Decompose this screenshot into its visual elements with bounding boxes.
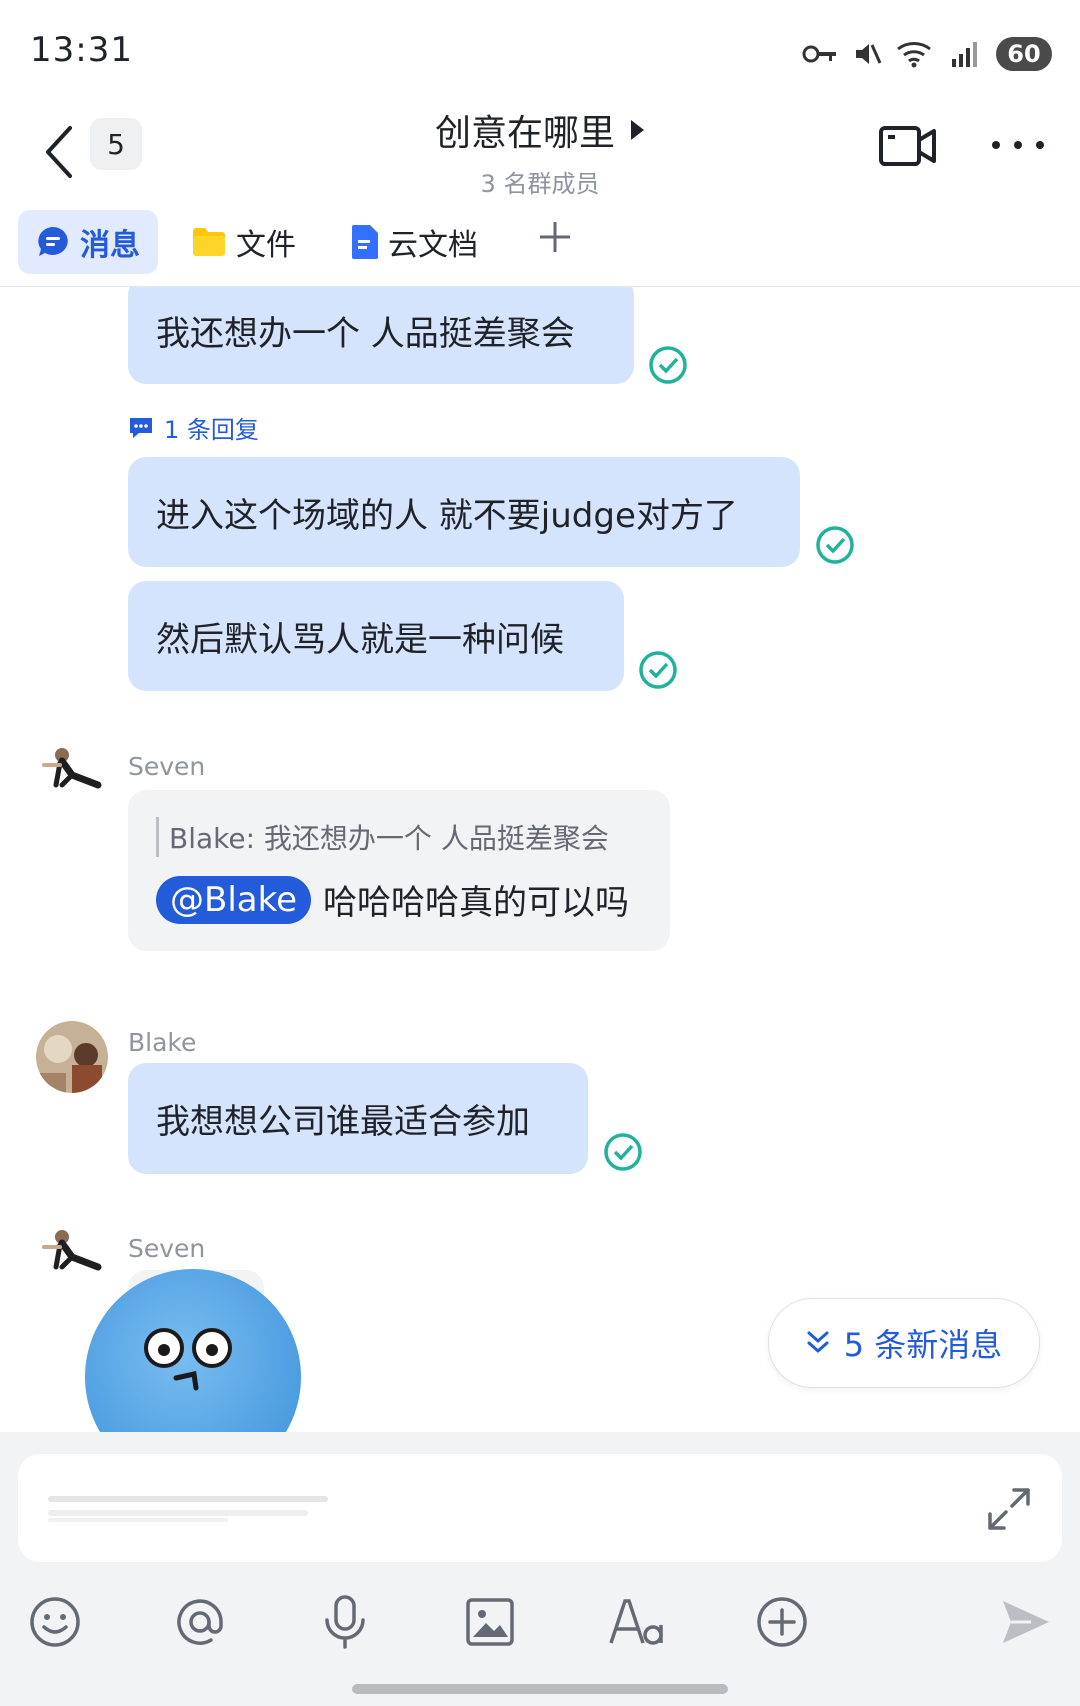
tab-messages[interactable]: 消息	[18, 210, 158, 274]
voice-button[interactable]	[315, 1592, 375, 1652]
new-messages-button[interactable]: 5 条新消息	[768, 1298, 1040, 1388]
more-options-icon[interactable]	[992, 130, 1044, 160]
emoji-button[interactable]	[25, 1592, 85, 1652]
double-chevron-down-icon	[807, 1331, 829, 1353]
tab-bar: 消息 文件 云文档	[0, 208, 1080, 287]
chat-icon	[38, 227, 68, 256]
message-input[interactable]	[18, 1454, 1062, 1562]
reply-count-text: 1 条回复	[164, 416, 259, 444]
message-text: 然后默认骂人就是一种问候	[156, 619, 564, 660]
composer-panel	[0, 1432, 1080, 1706]
read-check-icon	[649, 346, 687, 384]
message-text: 哈哈哈哈真的可以吗	[323, 883, 630, 923]
wifi-icon	[897, 42, 931, 68]
tab-label: 消息	[80, 228, 140, 263]
folder-icon	[193, 228, 225, 256]
vpn-key-icon	[802, 45, 836, 63]
message-bubble[interactable]: 进入这个场域的人 就不要judge对方了	[128, 457, 800, 567]
avatar[interactable]	[36, 743, 108, 815]
signal-icon	[952, 42, 977, 67]
sender-name[interactable]: Seven	[128, 1234, 205, 1263]
message-body: @Blake 哈哈哈哈真的可以吗	[156, 875, 629, 924]
status-icons: 60	[802, 34, 1052, 74]
mention-button[interactable]	[170, 1592, 230, 1652]
message-text: 进入这个场域的人 就不要judge对方了	[156, 495, 738, 536]
at-icon	[177, 1599, 223, 1645]
composer-toolbar	[0, 1582, 1080, 1662]
message-text: 我还想办一个 人品挺差聚会	[156, 314, 575, 354]
chat-header: 创意在哪里 3 名群成员 5	[0, 100, 1080, 210]
message-bubble[interactable]: Blake: 我还想办一个 人品挺差聚会 @Blake 哈哈哈哈真的可以吗	[128, 790, 670, 951]
blurred-draft-text	[48, 1496, 328, 1522]
doc-icon	[352, 225, 378, 259]
battery-indicator: 60	[996, 37, 1052, 71]
read-check-icon	[816, 526, 854, 564]
message-list[interactable]: 我还想办一个 人品挺差聚会 1 条回复 进入这个场域的人 就不要judge对方了…	[0, 287, 1080, 1432]
video-call-icon[interactable]	[878, 122, 938, 170]
tab-label: 文件	[236, 228, 296, 263]
sender-name[interactable]: Seven	[128, 752, 205, 781]
read-check-icon	[639, 651, 677, 689]
caret-right-icon	[631, 120, 644, 140]
status-time: 13:31	[30, 30, 133, 70]
more-actions-button[interactable]	[752, 1592, 812, 1652]
back-arrow-icon[interactable]	[40, 122, 80, 182]
message-text: 我想想公司谁最适合参加	[156, 1102, 530, 1142]
font-icon	[609, 1599, 663, 1645]
mic-icon	[325, 1595, 365, 1649]
quoted-message[interactable]: Blake: 我还想办一个 人品挺差聚会	[156, 817, 609, 857]
expand-icon[interactable]	[986, 1486, 1032, 1532]
stretching-figure-icon	[42, 748, 102, 789]
image-button[interactable]	[460, 1592, 520, 1652]
tab-files[interactable]: 文件	[192, 210, 296, 274]
send-icon	[1003, 1601, 1049, 1643]
sender-name[interactable]: Blake	[128, 1028, 196, 1057]
mute-icon	[856, 44, 882, 64]
tab-docs[interactable]: 云文档	[352, 210, 478, 274]
thread-reply-link[interactable]: 1 条回复	[128, 410, 259, 445]
new-messages-label: 5 条新消息	[843, 1326, 1003, 1364]
user-photo-icon	[36, 1021, 108, 1093]
add-tab-icon[interactable]	[538, 220, 572, 254]
reply-thread-icon	[130, 417, 152, 438]
send-button[interactable]	[996, 1592, 1056, 1652]
back-unread-count[interactable]: 5	[90, 118, 142, 170]
message-bubble[interactable]: 然后默认骂人就是一种问候	[128, 581, 624, 691]
tab-label: 云文档	[388, 228, 478, 263]
chat-title: 创意在哪里	[434, 113, 615, 154]
message-bubble[interactable]: 我想想公司谁最适合参加	[128, 1063, 588, 1174]
avatar[interactable]	[36, 1021, 108, 1093]
status-bar: 13:31 60	[0, 0, 1080, 100]
plus-icon	[757, 1597, 807, 1647]
read-check-icon	[604, 1133, 642, 1171]
message-bubble[interactable]: 我还想办一个 人品挺差聚会	[128, 287, 634, 384]
home-indicator[interactable]	[352, 1684, 728, 1694]
mention-chip[interactable]: @Blake	[156, 875, 312, 924]
text-format-button[interactable]	[607, 1592, 667, 1652]
image-icon	[466, 1598, 514, 1646]
emoji-icon	[30, 1597, 80, 1647]
